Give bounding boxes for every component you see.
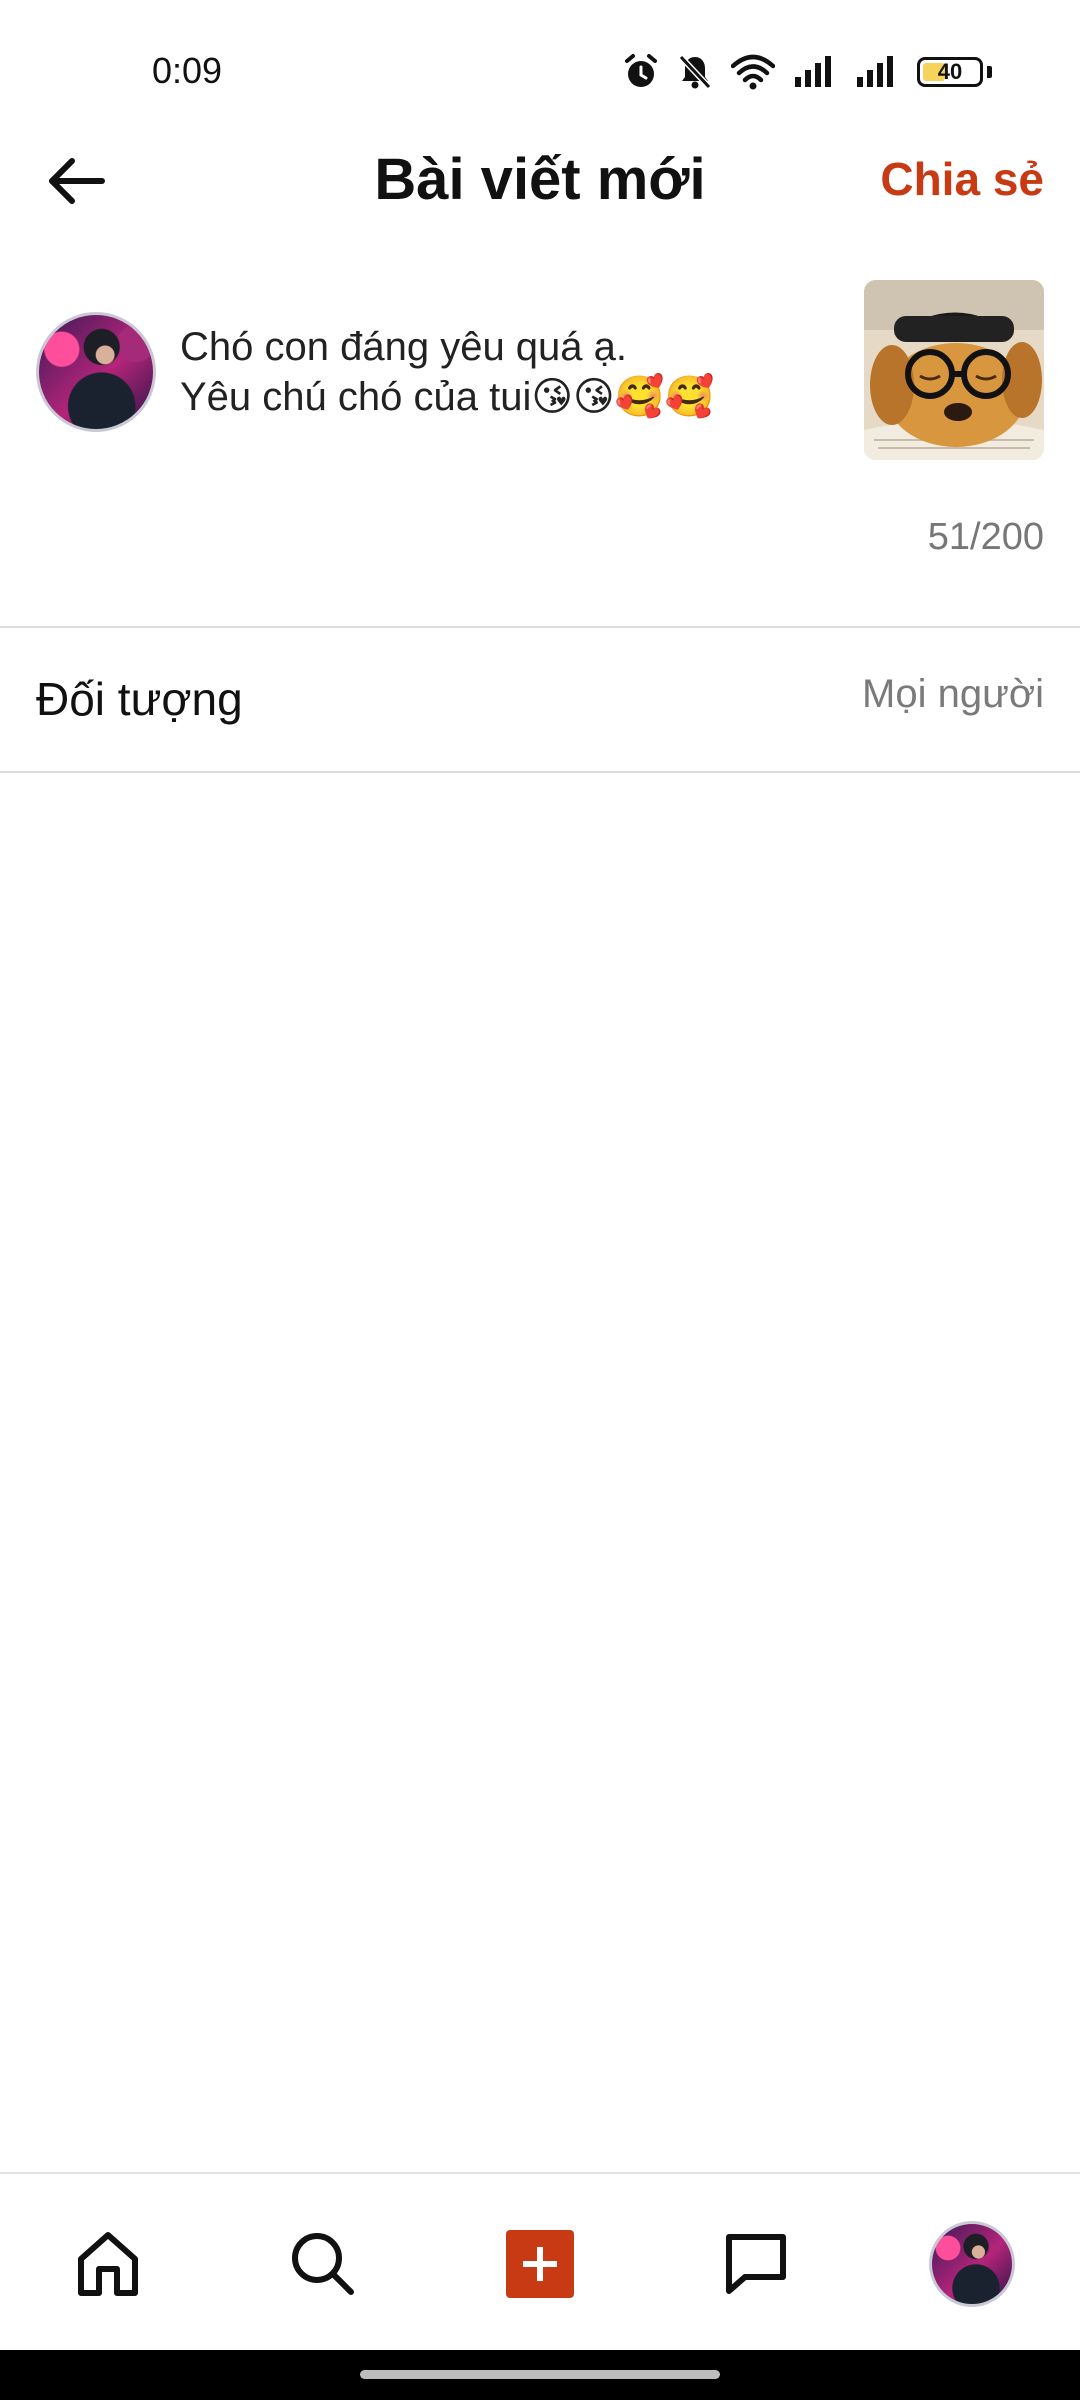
- status-time: 0:09: [152, 50, 223, 91]
- audience-selector[interactable]: Đối tượng Mọi người: [0, 628, 1080, 772]
- puppy-with-glasses-image: [864, 280, 1044, 460]
- signal-icon: [857, 56, 893, 87]
- caption-line-1: Chó con đáng yêu quá ạ.: [180, 325, 628, 369]
- battery-icon: 40: [917, 57, 983, 87]
- new-post-screen: 0:09 40 Bài viết mới Chia sẻ Chó con đán…: [0, 0, 1080, 2400]
- divider: [0, 771, 1080, 773]
- nav-messages[interactable]: [706, 2214, 806, 2314]
- home-icon: [78, 2232, 138, 2296]
- audience-label: Đối tượng: [36, 673, 243, 725]
- caption-line-2: Yêu chú chó của tui😘😘🥰🥰: [180, 375, 715, 419]
- user-avatar: [36, 312, 156, 432]
- caption-input[interactable]: Chó con đáng yêu quá ạ. Yêu chú chó của …: [180, 322, 800, 422]
- compose-section: Chó con đáng yêu quá ạ. Yêu chú chó của …: [0, 270, 1080, 626]
- battery-percentage: 40: [937, 59, 963, 84]
- status-icons: 40: [623, 50, 992, 94]
- profile-avatar: [929, 2221, 1015, 2307]
- add-post-icon: [506, 2230, 574, 2298]
- home-gesture-bar[interactable]: [360, 2370, 720, 2379]
- messages-icon: [726, 2234, 786, 2294]
- header: Bài viết mới Chia sẻ: [0, 130, 1080, 230]
- wifi-icon: [731, 54, 775, 90]
- search-icon: [292, 2233, 354, 2295]
- nav-home[interactable]: [58, 2214, 158, 2314]
- nav-search[interactable]: [273, 2214, 373, 2314]
- signal-icon: [795, 56, 831, 87]
- system-gesture-area: [0, 2350, 1080, 2400]
- post-image-thumbnail[interactable]: [864, 280, 1044, 460]
- alarm-icon: [625, 54, 657, 87]
- battery-cap: [987, 66, 992, 78]
- share-button[interactable]: Chia sẻ: [880, 152, 1044, 206]
- nav-profile[interactable]: [922, 2214, 1022, 2314]
- character-counter: 51/200: [927, 516, 1044, 558]
- audience-value: Mọi người: [862, 672, 1044, 716]
- bell-off-icon: [678, 54, 712, 90]
- bottom-navigation: [0, 2172, 1080, 2350]
- status-bar: 0:09 40: [0, 0, 1080, 130]
- nav-add-post[interactable]: [490, 2214, 590, 2314]
